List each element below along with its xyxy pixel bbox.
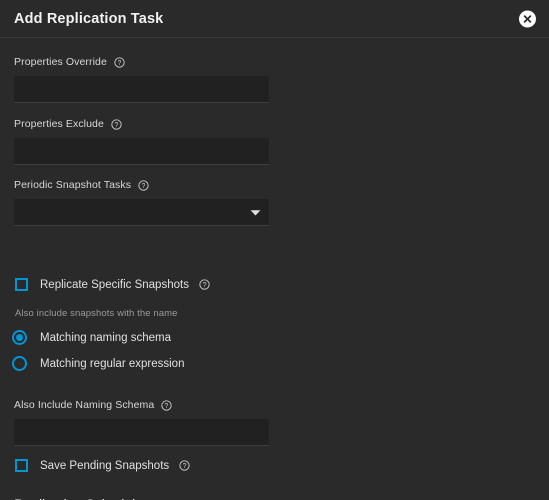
svg-text:?: ? [117,60,121,67]
help-circle-icon[interactable]: ? [111,118,122,130]
svg-text:?: ? [203,282,207,289]
properties-exclude-label-text: Properties Exclude [14,118,104,130]
radio-group-caption: Also include snapshots with the name [15,308,178,319]
save-pending-snapshots-box[interactable] [15,459,28,472]
matching-naming-schema-label: Matching naming schema [40,331,172,344]
radio-dot [16,334,23,341]
also-include-naming-schema-input[interactable] [14,419,269,446]
help-circle-icon[interactable]: ? [138,179,149,191]
field-properties-override: Properties Override ? [14,56,269,103]
field-properties-exclude: Properties Exclude ? [14,118,269,165]
svg-text:?: ? [165,403,169,410]
close-icon[interactable] [519,10,536,27]
svg-text:?: ? [114,122,118,129]
properties-exclude-label: Properties Exclude ? [14,118,269,130]
page-title: Add Replication Task [14,10,164,27]
properties-override-label: Properties Override ? [14,56,269,68]
help-circle-icon[interactable]: ? [161,399,172,411]
save-pending-snapshots-label: Save Pending Snapshots [40,459,170,472]
svg-text:?: ? [142,183,146,190]
periodic-snapshot-tasks-label-text: Periodic Snapshot Tasks [14,179,132,191]
replicate-specific-snapshots-label: Replicate Specific Snapshots [40,278,189,291]
svg-text:?: ? [183,463,187,470]
field-also-include-naming-schema: Also Include Naming Schema ? [14,359,269,446]
periodic-snapshot-tasks-select[interactable] [14,199,269,226]
also-include-naming-schema-label: Also Include Naming Schema ? [14,399,269,411]
help-circle-icon[interactable]: ? [114,56,125,68]
checkbox-replicate-specific-snapshots[interactable]: Replicate Specific Snapshots ? [15,278,210,291]
properties-override-input[interactable] [14,76,269,103]
help-circle-icon[interactable]: ? [179,460,190,471]
field-periodic-snapshot-tasks: Periodic Snapshot Tasks ? [14,179,269,226]
periodic-snapshot-tasks-label: Periodic Snapshot Tasks ? [14,179,269,191]
checkbox-save-pending-snapshots[interactable]: Save Pending Snapshots ? [15,459,190,472]
matching-naming-schema-radio[interactable] [12,330,27,345]
properties-exclude-input[interactable] [14,138,269,165]
periodic-snapshot-tasks-select-wrap [14,199,269,226]
help-circle-icon[interactable]: ? [199,279,210,290]
dialog-header: Add Replication Task [0,0,549,38]
radio-matching-naming-schema[interactable]: Matching naming schema [12,330,171,345]
also-include-naming-schema-label-text: Also Include Naming Schema [14,399,155,411]
properties-override-label-text: Properties Override [14,56,107,68]
replicate-specific-snapshots-box[interactable] [15,278,28,291]
